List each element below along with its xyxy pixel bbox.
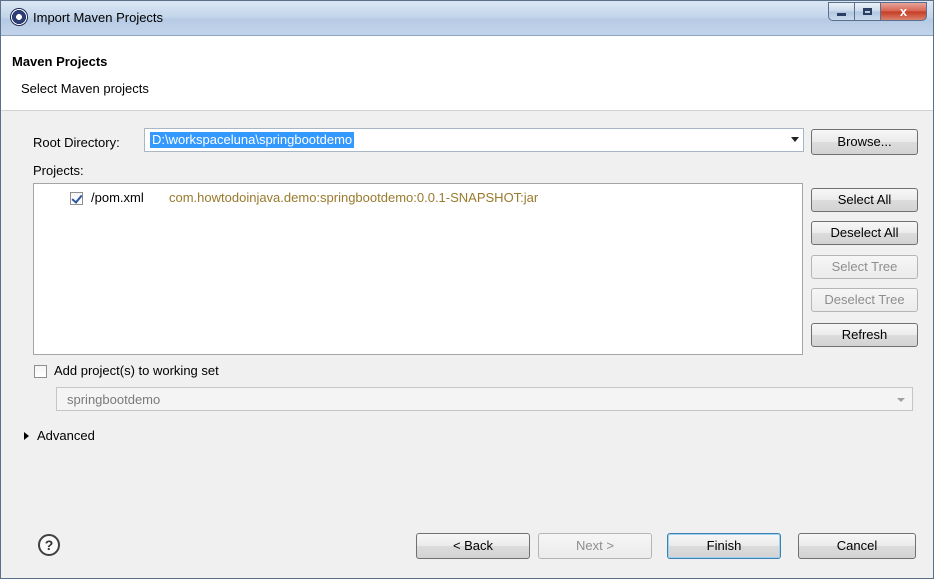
deselect-all-button[interactable]: Deselect All	[811, 221, 918, 245]
page-title: Maven Projects	[12, 54, 108, 69]
cancel-button[interactable]: Cancel	[798, 533, 916, 559]
close-icon: x	[899, 4, 908, 19]
help-icon[interactable]: ?	[38, 534, 60, 556]
pom-coordinates: com.howtodoinjava.demo:springbootdemo:0.…	[169, 190, 539, 205]
close-button[interactable]: x	[881, 2, 927, 21]
maximize-button[interactable]	[855, 2, 881, 21]
select-tree-button[interactable]: Select Tree	[811, 255, 918, 279]
working-set-combo: springbootdemo	[56, 387, 913, 411]
eclipse-icon	[11, 9, 27, 25]
root-directory-combo[interactable]: D:\workspaceluna\springbootdemo	[144, 128, 804, 152]
minimize-icon	[837, 13, 846, 16]
working-set-checkbox[interactable]	[34, 365, 47, 378]
title-bar[interactable]: Import Maven Projects x	[1, 1, 933, 36]
projects-label: Projects:	[33, 163, 84, 178]
browse-button[interactable]: Browse...	[811, 129, 918, 155]
root-directory-label: Root Directory:	[33, 135, 120, 150]
back-button[interactable]: < Back	[416, 533, 530, 559]
import-maven-projects-dialog: Import Maven Projects x Maven Projects S…	[0, 0, 934, 579]
deselect-tree-button[interactable]: Deselect Tree	[811, 288, 918, 312]
projects-tree[interactable]	[33, 183, 803, 355]
pom-checkbox[interactable]	[70, 192, 83, 205]
wizard-header: Maven Projects Select Maven projects	[1, 36, 933, 111]
window-title: Import Maven Projects	[33, 10, 164, 25]
working-set-value: springbootdemo	[67, 392, 161, 407]
expand-arrow-icon[interactable]	[24, 432, 29, 440]
pom-path[interactable]: /pom.xml	[91, 190, 144, 205]
root-directory-value[interactable]: D:\workspaceluna\springbootdemo	[150, 132, 355, 148]
chevron-down-icon[interactable]	[791, 137, 799, 142]
next-button[interactable]: Next >	[538, 533, 652, 559]
finish-button[interactable]: Finish	[667, 533, 781, 559]
minimize-button[interactable]	[828, 2, 855, 21]
page-description: Select Maven projects	[21, 81, 149, 96]
window-controls: x	[828, 2, 927, 22]
advanced-toggle[interactable]: Advanced	[37, 428, 95, 443]
refresh-button[interactable]: Refresh	[811, 323, 918, 347]
working-set-label[interactable]: Add project(s) to working set	[54, 363, 219, 378]
maximize-icon	[863, 8, 872, 15]
chevron-down-icon	[897, 398, 905, 402]
select-all-button[interactable]: Select All	[811, 188, 918, 212]
